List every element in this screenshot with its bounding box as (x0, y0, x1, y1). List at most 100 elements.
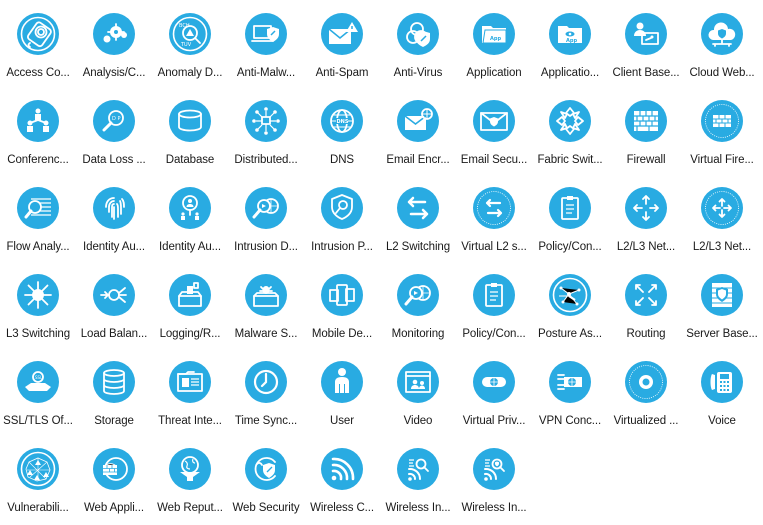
shape-item[interactable]: DNS DNS (304, 87, 380, 174)
shape-item[interactable]: Database (152, 87, 228, 174)
shape-item[interactable]: Voice (684, 348, 760, 435)
svg-text:DNS: DNS (337, 119, 349, 125)
shape-label: Logging/R... (159, 328, 221, 340)
routing-arrows-icon (625, 274, 667, 316)
shape-item[interactable]: Distributed... (228, 87, 304, 174)
shape-label: Identity Au... (83, 241, 145, 253)
clipboard-icon (549, 187, 591, 229)
shape-item[interactable]: Cloud Web... (684, 0, 760, 87)
shape-item[interactable]: Intrusion P... (304, 174, 380, 261)
wifi-icon (321, 448, 363, 490)
shape-item[interactable]: Routing (608, 261, 684, 348)
id-card-folder-icon (169, 361, 211, 403)
network-key-icon (549, 274, 591, 316)
shape-item[interactable]: Monitoring (380, 261, 456, 348)
laptop-shield-icon (245, 13, 287, 55)
shape-item[interactable]: Policy/Con... (456, 261, 532, 348)
shape-item[interactable]: Client Base... (608, 0, 684, 87)
shape-item[interactable]: Email Secu... (456, 87, 532, 174)
shape-item[interactable]: Conferenc... (0, 87, 76, 174)
shape-item[interactable]: Flow Analy... (0, 174, 76, 261)
virtual-dot-icon (625, 361, 667, 403)
envelope-warning-icon (321, 13, 363, 55)
svg-text:SSL: SSL (35, 375, 43, 380)
shape-item[interactable]: Access Co... (0, 0, 76, 87)
load-balancer-icon (93, 274, 135, 316)
shape-item[interactable]: Web Reput... (152, 435, 228, 522)
shape-item[interactable]: Wireless In... (380, 435, 456, 522)
shape-item[interactable]: Virtualized ... (608, 348, 684, 435)
shape-item[interactable]: Anti-Virus (380, 0, 456, 87)
shape-item[interactable]: Anti-Spam (304, 0, 380, 87)
shape-stencil-panel: Access Co... Analysis/C... BCH TUV Anomaly D… (0, 0, 763, 525)
shape-label: Wireless In... (461, 502, 527, 514)
sandbox-bug-icon (245, 274, 287, 316)
router-cross-icon (625, 187, 667, 229)
shape-label: Video (403, 415, 433, 427)
shape-item[interactable]: Time Sync... (228, 348, 304, 435)
shape-item[interactable]: User (304, 348, 380, 435)
shape-item[interactable]: Web Security (228, 435, 304, 522)
shape-label: Analysis/C... (82, 67, 146, 79)
shape-label: Data Loss ... (82, 154, 146, 166)
shape-item[interactable]: Wireless C... (304, 435, 380, 522)
shape-item[interactable]: L2/L3 Net... (684, 174, 760, 261)
shape-item[interactable]: Anti-Malw... (228, 0, 304, 87)
shape-item[interactable]: Virtual Fire... (684, 87, 760, 174)
shape-item[interactable]: Fabric Swit... (532, 87, 608, 174)
svg-text:App: App (566, 38, 577, 44)
shape-item[interactable]: L2/L3 Net... (608, 174, 684, 261)
desk-phone-icon (701, 361, 743, 403)
shape-item[interactable]: App Applicatio... (532, 0, 608, 87)
shape-item[interactable]: VPN Conc... (532, 348, 608, 435)
shape-label: User (330, 415, 354, 427)
shape-item[interactable]: Server Base... (684, 261, 760, 348)
shape-item[interactable]: Identity Au... (152, 174, 228, 261)
shape-item[interactable]: L2 Switching (380, 174, 456, 261)
shape-label: DNS (330, 154, 354, 166)
shape-item[interactable]: L3 Switching (0, 261, 76, 348)
shape-item[interactable]: Logging/R... (152, 261, 228, 348)
shape-item[interactable]: Malware S... (228, 261, 304, 348)
shape-label: Firewall (626, 154, 666, 166)
shape-item[interactable]: Firewall (608, 87, 684, 174)
shape-item[interactable]: Virtual L2 s... (456, 174, 532, 261)
shield-magnifier-icon (321, 187, 363, 229)
shape-item[interactable]: Policy/Con... (532, 174, 608, 261)
shape-item[interactable]: Video (380, 348, 456, 435)
shape-item[interactable]: Analysis/C... (76, 0, 152, 87)
shape-label: Email Secu... (460, 154, 528, 166)
shape-item[interactable]: Identity Au... (76, 174, 152, 261)
shape-item[interactable]: Mobile De... (304, 261, 380, 348)
shape-item[interactable]: Wireless In... (456, 435, 532, 522)
shape-label: Monitoring (391, 328, 445, 340)
wifi-magnifier-icon (397, 448, 439, 490)
shape-label: L2 Switching (385, 241, 450, 253)
shape-label: Voice (708, 415, 736, 427)
virtual-brick-wall-icon (701, 100, 743, 142)
shape-item[interactable]: BCH TUV Anomaly D... (152, 0, 228, 87)
magnifier-flow-icon (17, 187, 59, 229)
shape-label: Load Balan... (80, 328, 148, 340)
shape-label: Anti-Virus (393, 67, 443, 79)
shape-item[interactable]: Email Encr... (380, 87, 456, 174)
shape-item[interactable]: Threat Inte... (152, 348, 228, 435)
app-folder-eye-icon: App (549, 13, 591, 55)
shape-item[interactable]: SSL SSL/TLS Of... (0, 348, 76, 435)
shape-label: Server Base... (686, 328, 758, 340)
shape-item[interactable]: Intrusion D... (228, 174, 304, 261)
shape-item[interactable]: App Application (456, 0, 532, 87)
fingerprint-card-icon (17, 13, 59, 55)
shape-label: Applicatio... (540, 67, 600, 79)
shape-item[interactable]: Load Balan... (76, 261, 152, 348)
shape-item[interactable]: Storage (76, 348, 152, 435)
shape-item[interactable]: D P Data Loss ... (76, 87, 152, 174)
shape-item[interactable]: Web Appli... (76, 435, 152, 522)
shape-item[interactable]: Virtual Priv... (456, 348, 532, 435)
shape-label: Vulnerabili... (7, 502, 69, 514)
shape-label: Threat Inte... (158, 415, 222, 427)
shape-item[interactable]: Vulnerabili... (0, 435, 76, 522)
shape-item[interactable]: Posture As... (532, 261, 608, 348)
shape-label: L2/L3 Net... (616, 241, 676, 253)
switch-arrows-icon (397, 187, 439, 229)
